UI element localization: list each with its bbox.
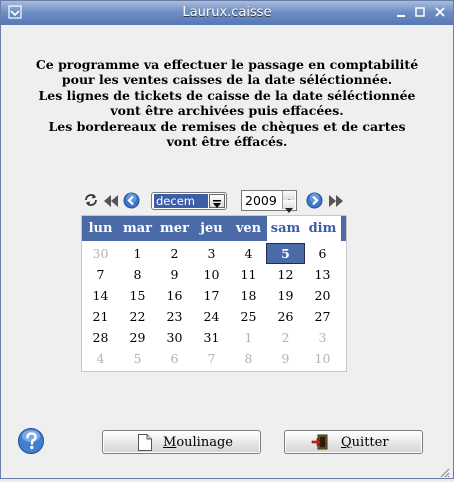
title-bar[interactable]: Laurux.caisse (1, 1, 453, 25)
day-cell[interactable]: 9 (156, 265, 193, 284)
day-cell[interactable]: 28 (82, 328, 119, 347)
day-cell[interactable]: 7 (82, 265, 119, 284)
previous-year-icon[interactable] (103, 193, 119, 212)
document-icon (137, 433, 153, 456)
year-value: 2009 (245, 193, 277, 208)
day-cell[interactable]: 27 (304, 307, 341, 326)
year-spinbox[interactable]: 2009 (241, 190, 297, 213)
day-cell[interactable]: 11 (230, 265, 267, 284)
month-dropdown[interactable]: decem (151, 192, 227, 210)
day-cell[interactable]: 9 (267, 349, 304, 368)
day-cell[interactable]: 10 (193, 265, 230, 284)
month-value: decem (154, 194, 208, 208)
message-line: vont être archivées puis effacées. (110, 103, 344, 119)
weekday-header-jeu: jeu (200, 221, 223, 236)
day-cell[interactable]: 18 (230, 286, 267, 305)
info-message: Ce programme va effectuer le passage en … (21, 57, 433, 149)
message-line: pour les ventes caisses de la date séléc… (61, 72, 393, 88)
message-line: Ce programme va effectuer le passage en … (35, 57, 419, 72)
day-cell[interactable]: 8 (119, 265, 156, 284)
day-cell[interactable]: 16 (156, 286, 193, 305)
day-cell[interactable]: 23 (156, 307, 193, 326)
day-cell[interactable]: 3 (304, 328, 341, 347)
day-cell[interactable]: 8 (230, 349, 267, 368)
day-cell[interactable]: 22 (119, 307, 156, 326)
day-cell[interactable]: 26 (267, 307, 304, 326)
help-icon[interactable] (17, 427, 45, 455)
day-cell[interactable]: 15 (119, 286, 156, 305)
day-cell[interactable]: 24 (193, 307, 230, 326)
weekday-header-mar: mar (122, 221, 153, 236)
quitter-label: Quitter (341, 435, 389, 450)
weekday-header-ven: ven (235, 221, 262, 236)
calendar-grid: lun mar mer jeu ven sam dim 30 1 2 3 4 5 6 7 8 9 10 11 12 1… (81, 215, 347, 372)
next-month-icon[interactable] (306, 192, 323, 213)
day-cell[interactable]: 25 (230, 307, 267, 326)
day-cell[interactable]: 10 (304, 349, 341, 368)
day-cell[interactable]: 30 (156, 328, 193, 347)
day-cell[interactable]: 20 (304, 286, 341, 305)
day-cell[interactable]: 3 (193, 244, 230, 263)
day-cell[interactable]: 13 (304, 265, 341, 284)
day-cell[interactable]: 29 (119, 328, 156, 347)
day-cell[interactable]: 19 (267, 286, 304, 305)
day-cell[interactable]: 12 (267, 265, 304, 284)
day-cell[interactable]: 4 (82, 349, 119, 368)
previous-month-icon[interactable] (123, 192, 140, 213)
day-cell[interactable]: 4 (230, 244, 267, 263)
spin-up-icon[interactable] (282, 191, 295, 204)
next-year-icon[interactable] (328, 193, 344, 212)
resize-grip-icon[interactable] (438, 463, 450, 478)
day-cell[interactable]: 21 (82, 307, 119, 326)
selected-day-cell[interactable]: 5 (266, 243, 305, 264)
day-cell[interactable]: 2 (267, 328, 304, 347)
minimize-button[interactable] (393, 5, 409, 21)
weekday-header-sam: sam (267, 216, 304, 241)
close-button[interactable] (432, 5, 448, 21)
weekday-header-mer: mer (160, 221, 189, 236)
day-cell[interactable]: 6 (156, 349, 193, 368)
exit-door-icon (311, 433, 329, 455)
weekday-header-dim: dim (304, 216, 341, 241)
day-cell[interactable]: 6 (304, 244, 341, 263)
app-window: Laurux.caisse Ce programme va effectuer … (0, 0, 454, 479)
message-line: Les lignes de tickets de caisse de la da… (38, 87, 416, 103)
day-cell[interactable]: 2 (156, 244, 193, 263)
quitter-button[interactable]: Quitter (284, 430, 423, 454)
weekday-header-row: lun mar mer jeu ven sam dim (82, 216, 346, 241)
spin-down-icon[interactable] (282, 200, 295, 213)
maximize-button[interactable] (412, 5, 428, 21)
day-cell[interactable]: 17 (193, 286, 230, 305)
chevron-down-icon[interactable] (209, 194, 225, 208)
window-title: Laurux.caisse (182, 5, 272, 20)
message-line: Les bordereaux de remises de chèques et … (48, 118, 406, 134)
day-cell[interactable]: 31 (193, 328, 230, 347)
day-cell[interactable]: 7 (193, 349, 230, 368)
day-cell[interactable]: 5 (119, 349, 156, 368)
moulinage-button[interactable]: Moulinage (102, 430, 261, 454)
day-cell[interactable]: 30 (82, 244, 119, 263)
refresh-icon[interactable] (83, 192, 99, 212)
day-cell[interactable]: 14 (82, 286, 119, 305)
moulinage-label: Moulinage (163, 435, 233, 450)
weekday-header-lun: lun (88, 221, 113, 236)
day-cell[interactable]: 1 (119, 244, 156, 263)
message-line: vont être éffacés. (166, 134, 288, 150)
day-cell[interactable]: 1 (230, 328, 267, 347)
